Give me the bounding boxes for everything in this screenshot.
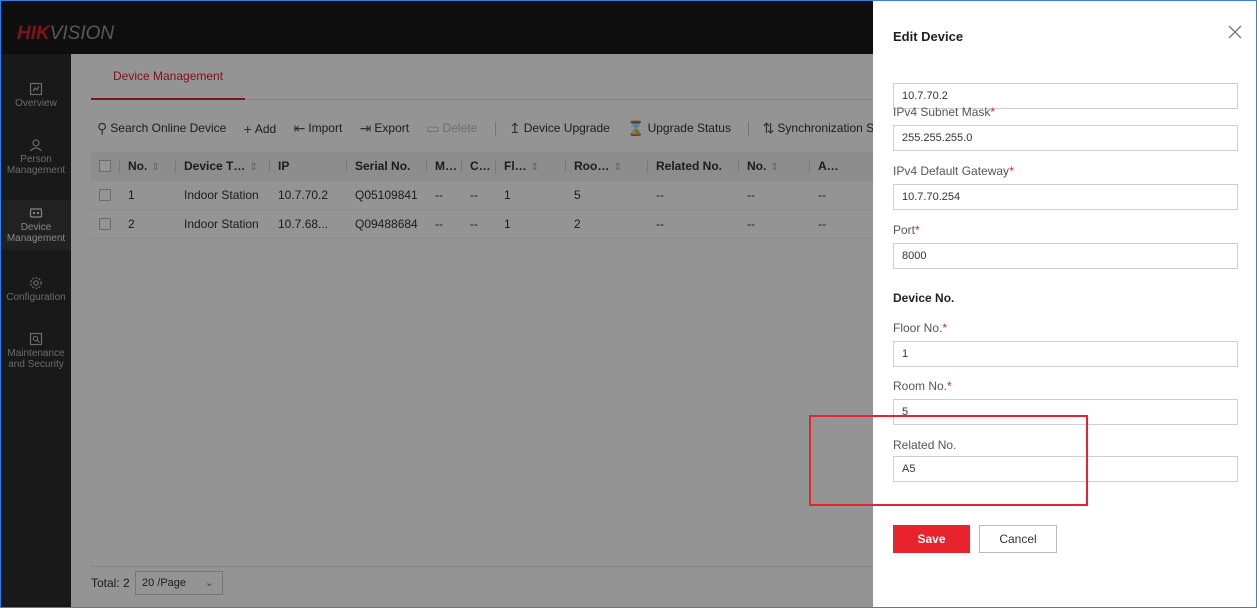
floor-no-label: Floor No.* [893, 321, 948, 335]
drawer-title: Edit Device [893, 29, 964, 44]
app-window: HIKVISION Overview Person Management Dev… [0, 0, 1257, 608]
edit-device-drawer: Edit Device IPv4 Subnet Mask* IPv4 Defau… [873, 1, 1256, 607]
modal-overlay[interactable] [1, 1, 873, 607]
default-gateway-input[interactable] [893, 184, 1238, 210]
cancel-button[interactable]: Cancel [979, 525, 1057, 553]
save-button[interactable]: Save [893, 525, 970, 553]
close-icon[interactable] [1226, 23, 1244, 41]
device-no-section-title: Device No. [893, 291, 955, 305]
port-label: Port* [893, 223, 920, 237]
default-gateway-label: IPv4 Default Gateway* [893, 164, 1014, 178]
subnet-mask-input[interactable] [893, 125, 1238, 151]
port-input[interactable] [893, 243, 1238, 269]
room-no-label: Room No.* [893, 379, 952, 393]
highlight-annotation-box [809, 415, 1088, 506]
floor-no-input[interactable] [893, 341, 1238, 367]
subnet-mask-label: IPv4 Subnet Mask* [893, 105, 996, 119]
